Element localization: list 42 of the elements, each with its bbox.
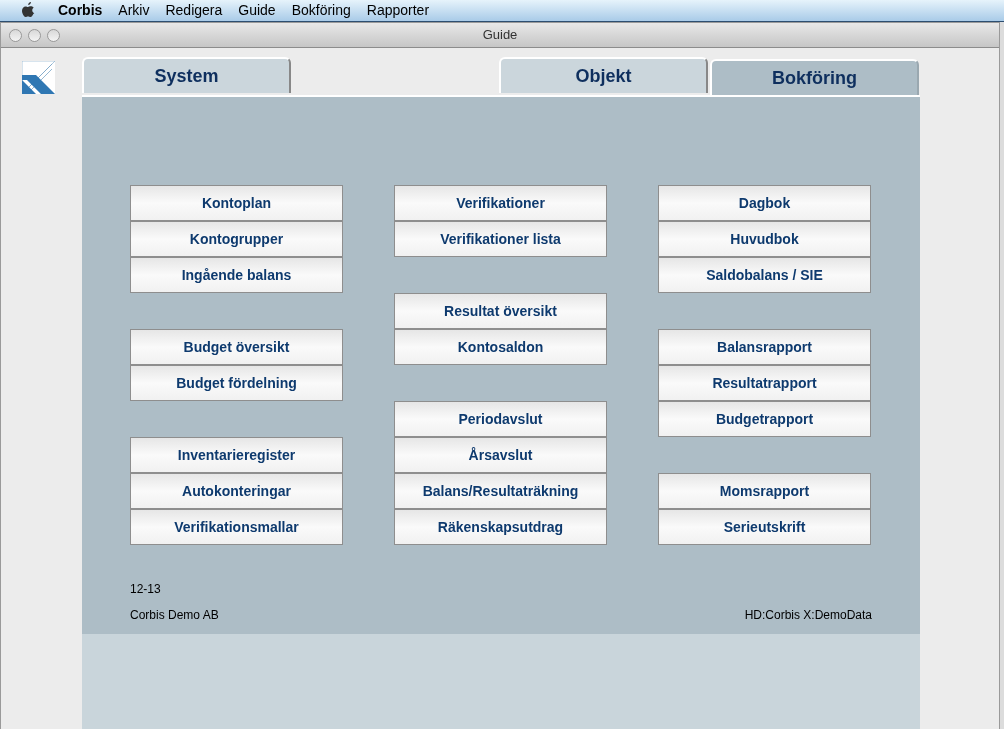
- database-path: HD:Corbis X:DemoData: [744, 607, 872, 624]
- apple-logo-icon[interactable]: [20, 2, 36, 19]
- guide-button[interactable]: Verifikationer: [394, 185, 607, 221]
- guide-button[interactable]: Budget fördelning: [130, 365, 343, 401]
- menu-item[interactable]: Guide: [230, 0, 284, 21]
- guide-button[interactable]: Kontoplan: [130, 185, 343, 221]
- guide-button[interactable]: Verifikationsmallar: [130, 509, 343, 545]
- company-name: Corbis Demo AB: [130, 607, 219, 624]
- guide-button[interactable]: Balansrapport: [658, 329, 871, 365]
- guide-button[interactable]: Räkenskapsutdrag: [394, 509, 607, 545]
- zoom-button[interactable]: [47, 28, 60, 42]
- guide-button[interactable]: Budget översikt: [130, 329, 343, 365]
- guide-button[interactable]: Autokonteringar: [130, 473, 343, 509]
- menu-item[interactable]: Arkiv: [110, 0, 158, 21]
- guide-button[interactable]: Verifikationer lista: [394, 221, 607, 257]
- guide-button[interactable]: Kontogrupper: [130, 221, 343, 257]
- guide-button[interactable]: Balans/Resultaträkning: [394, 473, 607, 509]
- tab[interactable]: Objekt: [499, 57, 708, 93]
- tab[interactable]: System: [82, 57, 291, 93]
- guide-button[interactable]: Årsavslut: [394, 437, 607, 473]
- guide-button[interactable]: Resultatrapport: [658, 365, 871, 401]
- guide-button[interactable]: Periodavslut: [394, 401, 607, 437]
- close-button[interactable]: [9, 28, 22, 42]
- app-menu[interactable]: Corbis: [50, 0, 111, 21]
- guide-button[interactable]: Dagbok: [658, 185, 871, 221]
- minimize-button[interactable]: [28, 28, 41, 42]
- guide-button[interactable]: Inventarieregister: [130, 437, 343, 473]
- window-title: Guide: [482, 26, 518, 45]
- guide-button[interactable]: Budgetrapport: [658, 401, 871, 437]
- guide-button[interactable]: Saldobalans / SIE: [658, 257, 871, 293]
- guide-button[interactable]: Resultat översikt: [394, 293, 607, 329]
- guide-button[interactable]: Huvudbok: [658, 221, 871, 257]
- period-label: 12-13: [130, 581, 162, 598]
- guide-button[interactable]: Momsrapport: [658, 473, 871, 509]
- guide-button[interactable]: Kontosaldon: [394, 329, 607, 365]
- guide-button[interactable]: Serieutskrift: [658, 509, 871, 545]
- logo-icon: [22, 61, 55, 94]
- guide-button[interactable]: Ingående balans: [130, 257, 343, 293]
- menu-item[interactable]: Redigera: [157, 0, 231, 21]
- tab[interactable]: Bokföring: [710, 59, 919, 95]
- menu-item[interactable]: Rapporter: [358, 0, 438, 21]
- menu-item[interactable]: Bokföring: [283, 0, 359, 21]
